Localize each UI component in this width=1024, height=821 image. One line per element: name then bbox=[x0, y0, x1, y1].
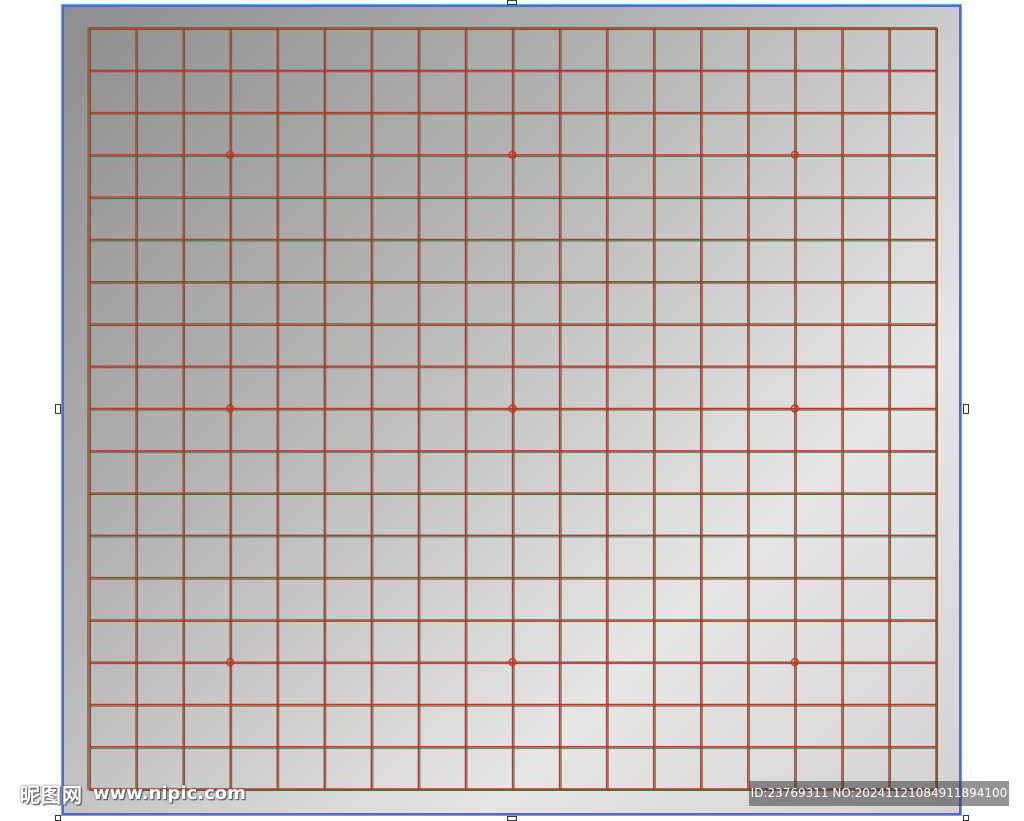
selection-handle-bottom-center[interactable] bbox=[507, 816, 517, 821]
editor-canvas: 昵图网 www.nipic.com ID:23769311 NO:2024112… bbox=[0, 0, 1024, 821]
selection-handle-bottom-left[interactable] bbox=[55, 815, 61, 821]
watermark-logo: 昵图网 bbox=[20, 782, 83, 807]
selection-handle-bottom-right[interactable] bbox=[963, 815, 969, 821]
watermark-url: www.nipic.com bbox=[93, 782, 246, 804]
board-grid bbox=[88, 27, 938, 791]
site-watermark: 昵图网 www.nipic.com bbox=[20, 778, 246, 808]
selection-handle-top-center[interactable] bbox=[507, 0, 517, 5]
selection-handle-left-middle[interactable] bbox=[55, 404, 61, 414]
selection-handle-right-middle[interactable] bbox=[963, 404, 969, 414]
image-id-watermark: ID:23769311 NO:20241121084911894100 bbox=[749, 781, 1009, 806]
